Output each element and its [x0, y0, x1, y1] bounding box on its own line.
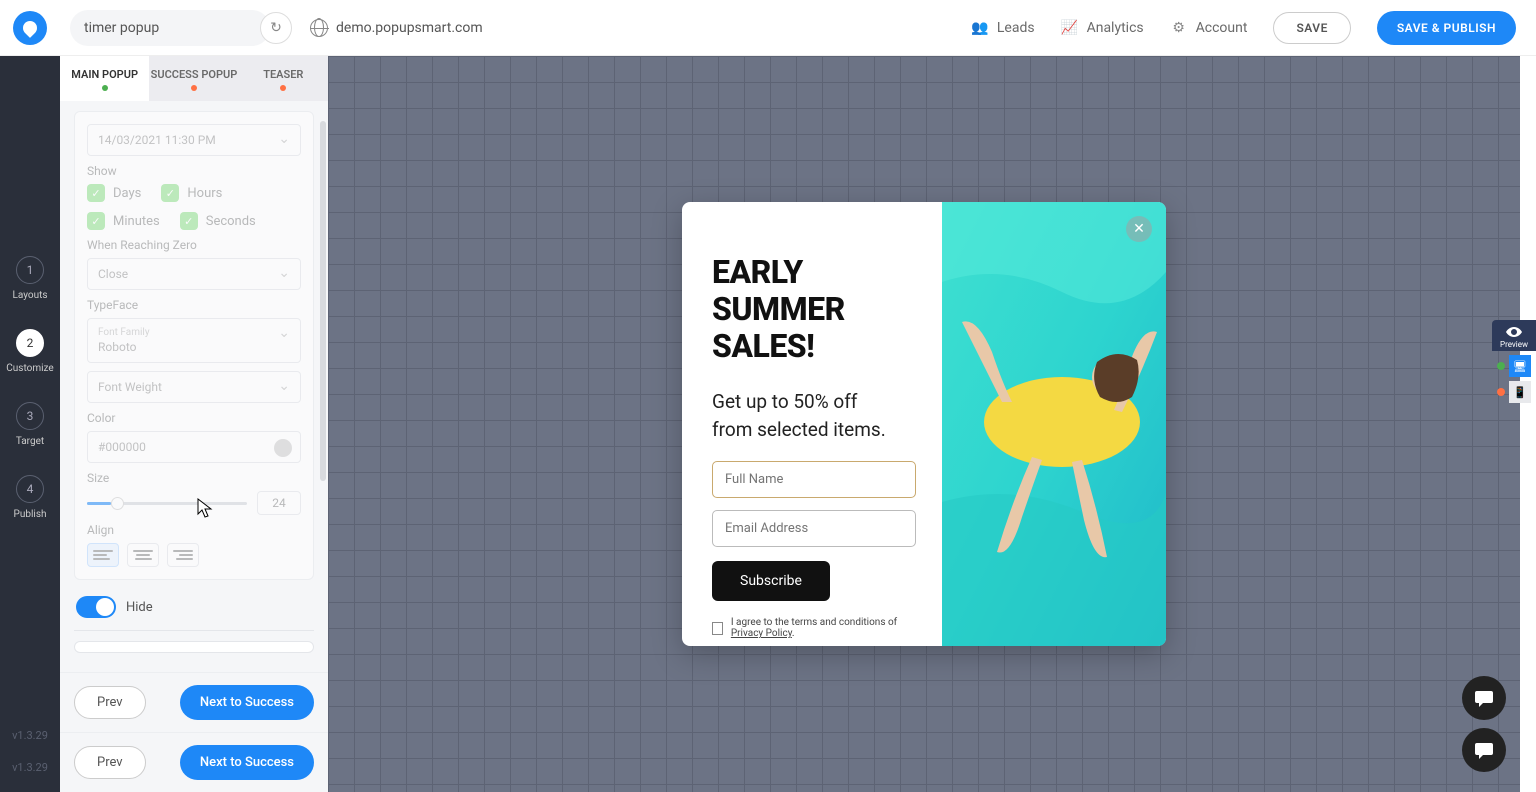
nav-analytics-label: Analytics — [1087, 20, 1144, 36]
status-dot — [102, 85, 108, 91]
check-hours[interactable]: ✓Hours — [161, 184, 222, 202]
popup-preview[interactable]: EARLY SUMMER SALES! Get up to 50% off fr… — [682, 202, 1166, 646]
align-right-button[interactable] — [167, 543, 199, 567]
step-label: Layouts — [12, 290, 47, 301]
analytics-icon: 📈 — [1061, 19, 1079, 37]
reaching-zero-label: When Reaching Zero — [87, 238, 301, 252]
popup-image[interactable] — [942, 202, 1166, 646]
version-label: v1.3.29 — [12, 761, 48, 774]
step-layouts[interactable]: 1 Layouts — [12, 256, 47, 301]
size-label: Size — [87, 471, 301, 485]
font-weight-select[interactable]: Font Weight — [87, 371, 301, 403]
panel-footer-dup: Prev Next to Success — [60, 732, 328, 792]
tab-label: SUCCESS POPUP — [151, 68, 238, 81]
check-seconds[interactable]: ✓Seconds — [180, 212, 256, 230]
nav-leads[interactable]: 👥 Leads — [971, 19, 1035, 37]
color-input[interactable]: #000000 — [87, 431, 301, 463]
step-num: 3 — [16, 402, 44, 430]
step-num: 1 — [16, 256, 44, 284]
step-label: Target — [16, 436, 44, 447]
save-publish-button[interactable]: SAVE & PUBLISH — [1377, 11, 1516, 45]
step-publish[interactable]: 4 Publish — [14, 475, 47, 520]
align-left-button[interactable] — [87, 543, 119, 567]
step-num: 4 — [16, 475, 44, 503]
nav-account[interactable]: ⚙ Account — [1170, 19, 1248, 37]
step-nav: 1 Layouts 2 Customize 3 Target 4 Publish… — [0, 56, 60, 792]
hide-row: Hide — [74, 592, 314, 626]
preview-toggle[interactable]: Preview — [1492, 320, 1536, 351]
check-minutes[interactable]: ✓Minutes — [87, 212, 160, 230]
typeface-label: TypeFace — [87, 298, 301, 312]
align-center-button[interactable] — [127, 543, 159, 567]
version-label: v1.3.29 — [12, 729, 48, 742]
prev-button[interactable]: Prev — [74, 746, 146, 779]
check-days[interactable]: ✓Days — [87, 184, 141, 202]
canvas[interactable]: EARLY SUMMER SALES! Get up to 50% off fr… — [328, 56, 1520, 792]
step-target[interactable]: 3 Target — [16, 402, 44, 447]
popup-headline[interactable]: EARLY SUMMER SALES! — [712, 254, 918, 364]
size-slider[interactable] — [87, 502, 247, 505]
gear-icon: ⚙ — [1170, 19, 1188, 37]
next-card-peek[interactable] — [74, 641, 314, 653]
preview-rail: Preview 🖥 📱 — [1492, 320, 1536, 403]
scrollbar[interactable] — [320, 121, 326, 481]
font-family-select[interactable]: Font Family Roboto — [87, 318, 301, 363]
color-label: Color — [87, 411, 301, 425]
status-dot — [1497, 388, 1505, 396]
panel-scroll-area[interactable]: 14/03/2021 11:30 PM Show ✓Days ✓Hours ✓M… — [60, 101, 328, 672]
app-header: ↻ demo.popupsmart.com 👥 Leads 📈 Analytic… — [0, 0, 1536, 56]
app-logo — [0, 11, 60, 45]
tab-main-popup[interactable]: MAIN POPUP — [60, 56, 149, 101]
consent-checkbox[interactable] — [712, 622, 723, 635]
email-input[interactable] — [712, 510, 916, 547]
nav-leads-label: Leads — [997, 20, 1035, 36]
popup-name-input[interactable] — [70, 10, 270, 46]
history-icon[interactable]: ↻ — [260, 12, 292, 44]
leads-icon: 👥 — [971, 19, 989, 37]
mobile-preview-button[interactable]: 📱 — [1509, 381, 1531, 403]
tab-success-popup[interactable]: SUCCESS POPUP — [149, 56, 238, 101]
step-num: 2 — [16, 329, 44, 357]
domain-text: demo.popupsmart.com — [336, 20, 483, 36]
fullname-input[interactable] — [712, 461, 916, 498]
preview-domain[interactable]: demo.popupsmart.com — [310, 19, 483, 37]
color-swatch[interactable] — [274, 439, 292, 457]
tab-teaser[interactable]: TEASER — [239, 56, 328, 101]
close-icon[interactable]: ✕ — [1126, 216, 1152, 242]
align-label: Align — [87, 523, 301, 537]
panel-footer: Prev Next to Success — [60, 672, 328, 732]
chat-icon[interactable] — [1462, 728, 1506, 772]
next-button[interactable]: Next to Success — [180, 745, 314, 780]
customize-panel: MAIN POPUP SUCCESS POPUP TEASER 14/03/20… — [60, 56, 328, 792]
desktop-preview-button[interactable]: 🖥 — [1509, 355, 1531, 377]
date-input[interactable]: 14/03/2021 11:30 PM — [87, 124, 301, 156]
reaching-zero-select[interactable]: Close — [87, 258, 301, 290]
save-button[interactable]: SAVE — [1273, 12, 1350, 44]
step-label: Customize — [6, 363, 53, 374]
nav-analytics[interactable]: 📈 Analytics — [1061, 19, 1144, 37]
hide-toggle[interactable] — [76, 596, 116, 618]
globe-icon — [310, 19, 328, 37]
status-dot — [280, 85, 286, 91]
popup-tabs: MAIN POPUP SUCCESS POPUP TEASER — [60, 56, 328, 101]
status-dot — [1497, 362, 1505, 370]
tab-label: MAIN POPUP — [71, 68, 138, 81]
step-label: Publish — [14, 509, 47, 520]
consent-text: I agree to the terms and conditions of P… — [731, 617, 918, 639]
show-label: Show — [87, 164, 301, 178]
popup-subtext[interactable]: Get up to 50% off from selected items. — [712, 388, 918, 443]
chat-icon[interactable] — [1462, 676, 1506, 720]
privacy-link[interactable]: Privacy Policy — [731, 628, 792, 639]
status-dot — [191, 85, 197, 91]
consent-row[interactable]: I agree to the terms and conditions of P… — [712, 617, 918, 639]
subscribe-button[interactable]: Subscribe — [712, 561, 830, 601]
nav-account-label: Account — [1196, 20, 1248, 36]
prev-button[interactable]: Prev — [74, 686, 146, 719]
timer-settings-card: 14/03/2021 11:30 PM Show ✓Days ✓Hours ✓M… — [74, 111, 314, 580]
step-customize[interactable]: 2 Customize — [6, 329, 53, 374]
size-value[interactable]: 24 — [257, 491, 301, 515]
next-button[interactable]: Next to Success — [180, 685, 314, 720]
hide-label: Hide — [126, 600, 153, 615]
tab-label: TEASER — [263, 68, 303, 81]
